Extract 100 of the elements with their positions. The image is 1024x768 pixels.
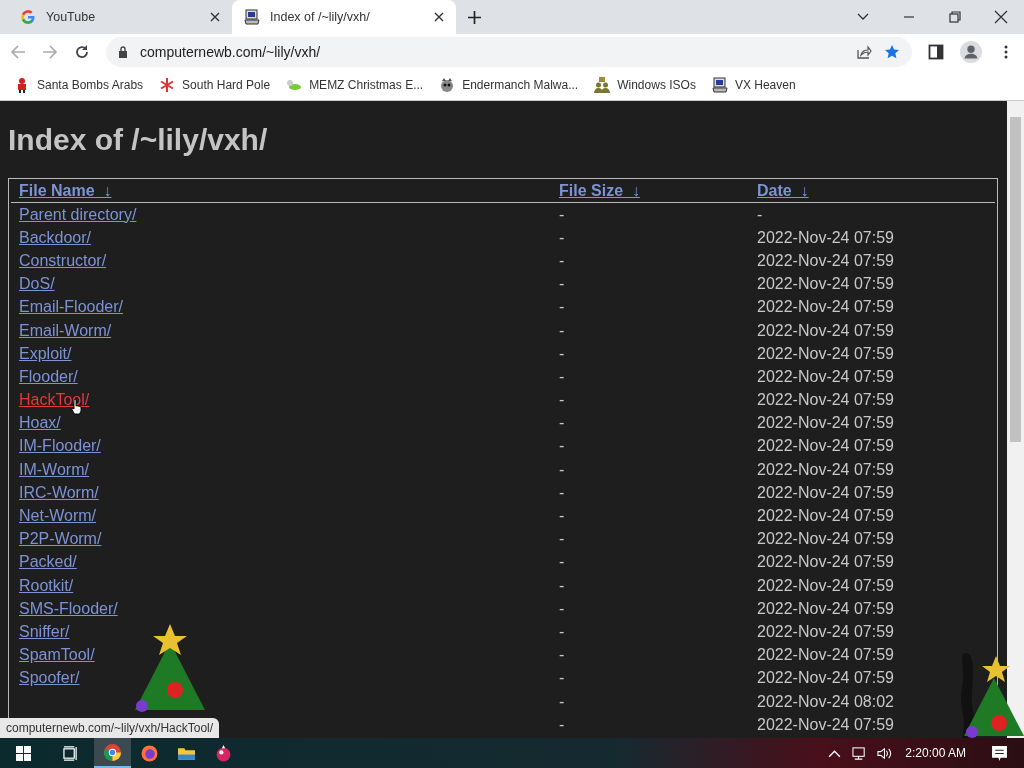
column-header-link[interactable]: File Size ↓ [559,181,640,199]
modified-date: 2022-Nov-24 07:59 [756,391,895,410]
modified-date: 2022-Nov-24 07:59 [756,599,895,618]
bookmark-label: MEMZ Christmas E... [309,78,424,92]
new-tab-icon[interactable] [468,11,481,24]
file-size: - [558,367,566,386]
browser-tab[interactable]: Index of /~lily/vxh/ [232,0,456,34]
bookmark[interactable]: Windows ISOs [594,77,696,93]
share-icon[interactable] [856,44,872,60]
directory-link[interactable]: SpamTool/ [19,646,95,664]
file-size: - [558,622,566,641]
directory-link[interactable]: Spoofer/ [19,669,80,687]
people-icon [594,77,611,93]
file-size: - [558,669,566,688]
directory-link[interactable]: Flooder/ [19,367,78,385]
file-size: - [558,251,566,270]
profile-avatar-icon[interactable] [960,41,982,63]
directory-link[interactable]: P2P-Worm/ [19,530,102,548]
directory-link[interactable]: Packed/ [19,553,77,571]
bookmark-label: Windows ISOs [617,78,696,92]
file-size: - [558,321,566,340]
scrollbar-thumb[interactable] [1010,117,1021,442]
bookmark-label: South Hard Pole [182,78,271,92]
tab-title: Index of /~lily/vxh/ [270,10,371,24]
directory-link[interactable]: IM-Worm/ [19,460,89,478]
network-icon[interactable] [852,745,868,761]
directory-link[interactable]: Email-Flooder/ [19,298,124,316]
directory-link[interactable]: Rootkit/ [19,576,74,594]
modified-date: 2022-Nov-24 07:59 [756,530,895,549]
directory-link[interactable]: Constructor/ [19,251,107,269]
directory-link[interactable]: HackTool/ [19,391,90,409]
file-size: - [558,715,566,734]
column-header-link[interactable]: Date ↓ [757,181,809,199]
column-header-link[interactable]: File Name ↓ [19,181,112,199]
file-size: - [558,599,566,618]
google-logo-icon [20,9,36,25]
modified-date: 2022-Nov-24 07:59 [756,275,895,294]
directory-link[interactable]: Exploit/ [19,344,72,362]
reload-icon[interactable] [74,44,90,60]
modified-date: 2022-Nov-24 07:59 [756,553,895,572]
bookmark[interactable]: South Hard Pole [159,77,271,93]
star-icon[interactable] [884,44,900,60]
browser-tab[interactable]: YouTube [8,0,232,34]
file-size: - [558,576,566,595]
volume-icon[interactable] [877,745,893,761]
modified-date: 2022-Nov-24 07:59 [756,228,895,247]
modified-date: 2022-Nov-24 07:59 [756,344,895,363]
bookmark[interactable]: MEMZ Christmas E... [286,77,424,93]
modified-date: 2022-Nov-24 07:59 [756,437,895,456]
directory-link[interactable]: Parent directory/ [19,205,137,223]
bookmark[interactable]: Santa Bombs Arabs [14,77,144,93]
directory-link[interactable]: Hoax/ [19,414,61,432]
close-icon[interactable] [210,12,220,22]
bookmark[interactable]: VX Heaven [711,77,796,93]
modified-date: 2022-Nov-24 07:59 [756,321,895,340]
file-size: - [558,344,566,363]
restore-icon[interactable] [948,10,962,24]
ornament-app-icon [215,744,232,762]
modified-date: 2022-Nov-24 07:59 [756,251,895,270]
page-heading: Index of /~lily/vxh/ [8,123,269,157]
directory-link[interactable]: Sniffer/ [19,622,70,640]
tab-title: YouTube [46,10,97,24]
chrome-logo-icon [104,743,121,761]
bookmark-label: Endermanch Malwa... [462,78,579,92]
directory-link[interactable]: Backdoor/ [19,228,92,246]
side-panel-icon[interactable] [928,44,944,60]
file-size: - [558,414,566,433]
directory-link[interactable]: IRC-Worm/ [19,483,99,501]
raccoon-face-icon [439,77,456,93]
close-icon[interactable] [994,10,1008,24]
directory-link[interactable]: IM-Flooder/ [19,437,101,455]
modified-date: 2022-Nov-24 07:59 [756,367,895,386]
address-bar[interactable]: computernewb.com/~lily/vxh/ [106,37,912,67]
file-size: - [558,553,566,572]
notification-icon[interactable] [991,744,1008,762]
modified-date: 2022-Nov-24 07:59 [756,669,895,688]
close-icon[interactable] [434,12,444,22]
file-size: - [558,507,566,526]
file-size: - [558,646,566,665]
taskbar-app[interactable] [94,738,131,768]
modified-date: 2022-Nov-24 07:59 [756,460,895,479]
bookmark[interactable]: Endermanch Malwa... [439,77,579,93]
clock-time[interactable]: 2:20:00 AM [905,746,966,760]
bookmark-label: VX Heaven [734,78,796,92]
directory-link[interactable]: DoS/ [19,275,55,293]
file-size: - [558,298,566,317]
modified-date: 2022-Nov-24 07:59 [756,715,895,734]
bookmark-label: Santa Bombs Arabs [37,78,144,92]
file-size: - [558,391,566,410]
modified-date: 2022-Nov-24 07:59 [756,646,895,665]
scrollbar[interactable] [1007,101,1024,738]
modified-date: 2022-Nov-24 07:59 [756,414,895,433]
directory-link[interactable]: Net-Worm/ [19,507,97,525]
directory-link[interactable]: Email-Worm/ [19,321,112,339]
file-size: - [558,228,566,247]
file-size: - [558,437,566,456]
modified-date: 2022-Nov-24 07:59 [756,483,895,502]
modified-date: - [756,205,764,224]
directory-link[interactable]: SMS-Flooder/ [19,599,118,617]
file-size: - [558,275,566,294]
